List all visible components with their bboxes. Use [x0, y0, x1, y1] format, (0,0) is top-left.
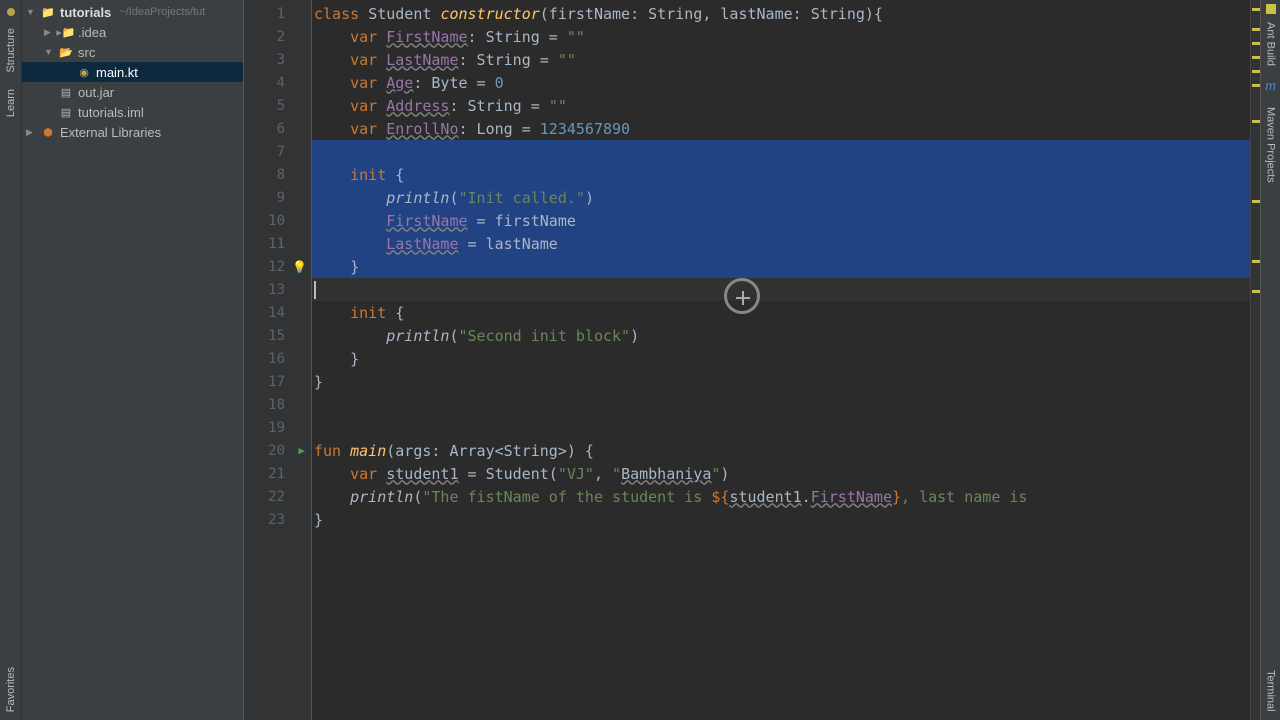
- error-stripe-marker[interactable]: [1252, 120, 1260, 123]
- library-icon: ⬢: [40, 124, 56, 140]
- line-number[interactable]: 16: [244, 347, 311, 370]
- project-tree[interactable]: ▼ 📁 tutorials ~/IdeaProjects/tut ▶▸📁.ide…: [22, 0, 244, 720]
- code-line[interactable]: var student1 = Student("VJ", "Bambhaniya…: [312, 462, 1250, 485]
- tree-item[interactable]: ▤ tutorials.iml: [22, 102, 243, 122]
- tree-item[interactable]: ▼📂src: [22, 42, 243, 62]
- error-stripe-marker[interactable]: [1252, 28, 1260, 31]
- maven-icon: m: [1265, 74, 1276, 99]
- tree-item-label: out.jar: [78, 85, 114, 100]
- line-number[interactable]: 20▶: [244, 439, 311, 462]
- line-number[interactable]: 19: [244, 416, 311, 439]
- error-stripe-marker[interactable]: [1252, 8, 1260, 11]
- folder-icon: ▸📁: [58, 24, 74, 40]
- line-number[interactable]: 18: [244, 393, 311, 416]
- code-line[interactable]: }: [312, 508, 1250, 531]
- line-number[interactable]: 17: [244, 370, 311, 393]
- line-number[interactable]: 3: [244, 48, 311, 71]
- right-tab-maven[interactable]: Maven Projects: [1263, 99, 1279, 191]
- line-number[interactable]: 14: [244, 301, 311, 324]
- tree-item[interactable]: ▤ out.jar: [22, 82, 243, 102]
- line-number[interactable]: 15: [244, 324, 311, 347]
- file-icon: ▤: [58, 104, 74, 120]
- right-tool-strip: Ant Build m Maven Projects Terminal: [1260, 0, 1280, 720]
- run-gutter-icon[interactable]: ▶: [298, 444, 305, 457]
- error-stripe-marker[interactable]: [1252, 42, 1260, 45]
- code-line[interactable]: println("The fistName of the student is …: [312, 485, 1250, 508]
- left-tab-favorites[interactable]: Favorites: [3, 659, 19, 720]
- line-number[interactable]: 10: [244, 209, 311, 232]
- line-number[interactable]: 11: [244, 232, 311, 255]
- error-stripe-marker[interactable]: [1252, 84, 1260, 87]
- line-number[interactable]: 12💡: [244, 255, 311, 278]
- analysis-status-icon[interactable]: [1266, 4, 1276, 14]
- line-number[interactable]: 23: [244, 508, 311, 531]
- code-line[interactable]: println("Init called."): [312, 186, 1250, 209]
- code-line[interactable]: }: [312, 255, 1250, 278]
- right-tab-terminal[interactable]: Terminal: [1263, 662, 1279, 720]
- error-stripe-marker[interactable]: [1252, 260, 1260, 263]
- code-line[interactable]: }: [312, 370, 1250, 393]
- code-line[interactable]: var Address: String = "": [312, 94, 1250, 117]
- error-stripe[interactable]: [1250, 0, 1260, 720]
- kotlin-file-icon: ◉: [76, 64, 92, 80]
- code-line[interactable]: [312, 278, 1250, 301]
- error-stripe-marker[interactable]: [1252, 70, 1260, 73]
- line-number[interactable]: 13: [244, 278, 311, 301]
- error-stripe-marker[interactable]: [1252, 290, 1260, 293]
- bulb-indicator: [7, 8, 15, 16]
- code-line[interactable]: [312, 140, 1250, 163]
- code-line[interactable]: FirstName = firstName: [312, 209, 1250, 232]
- text-caret: [314, 281, 316, 299]
- line-number[interactable]: 5: [244, 94, 311, 117]
- right-tab-ant[interactable]: Ant Build: [1263, 14, 1279, 74]
- line-number-gutter[interactable]: 123456789101112💡1314151617181920▶212223: [244, 0, 312, 720]
- intention-bulb-icon[interactable]: 💡: [292, 260, 307, 274]
- code-line[interactable]: fun main(args: Array<String>) {: [312, 439, 1250, 462]
- line-number[interactable]: 9: [244, 186, 311, 209]
- code-line[interactable]: var EnrollNo: Long = 1234567890: [312, 117, 1250, 140]
- code-line[interactable]: }: [312, 347, 1250, 370]
- tree-item-label: tutorials.iml: [78, 105, 144, 120]
- left-tool-strip: Structure Learn Favorites: [0, 0, 22, 720]
- code-line[interactable]: class Student constructor(firstName: Str…: [312, 2, 1250, 25]
- code-line[interactable]: init {: [312, 163, 1250, 186]
- line-number[interactable]: 4: [244, 71, 311, 94]
- tree-item[interactable]: ◉ main.kt: [22, 62, 243, 82]
- tree-item[interactable]: ▶▸📁.idea: [22, 22, 243, 42]
- code-line[interactable]: var Age: Byte = 0: [312, 71, 1250, 94]
- code-line[interactable]: LastName = lastName: [312, 232, 1250, 255]
- error-stripe-marker[interactable]: [1252, 56, 1260, 59]
- tree-root[interactable]: ▼ 📁 tutorials ~/IdeaProjects/tut: [22, 2, 243, 22]
- line-number[interactable]: 6: [244, 117, 311, 140]
- code-line[interactable]: init {: [312, 301, 1250, 324]
- tree-external-libs[interactable]: ▶ ⬢ External Libraries: [22, 122, 243, 142]
- line-number[interactable]: 22: [244, 485, 311, 508]
- left-tab-structure[interactable]: Structure: [3, 20, 19, 81]
- code-line[interactable]: [312, 416, 1250, 439]
- code-line[interactable]: println("Second init block"): [312, 324, 1250, 347]
- line-number[interactable]: 21: [244, 462, 311, 485]
- file-icon: ▤: [58, 84, 74, 100]
- error-stripe-marker[interactable]: [1252, 200, 1260, 203]
- left-tab-learn[interactable]: Learn: [3, 81, 19, 125]
- line-number[interactable]: 1: [244, 2, 311, 25]
- code-line[interactable]: var FirstName: String = "": [312, 25, 1250, 48]
- code-line[interactable]: var LastName: String = "": [312, 48, 1250, 71]
- folder-icon: 📁: [40, 4, 56, 20]
- code-line[interactable]: [312, 393, 1250, 416]
- tree-item-label: main.kt: [96, 65, 138, 80]
- line-number[interactable]: 2: [244, 25, 311, 48]
- line-number[interactable]: 7: [244, 140, 311, 163]
- folder-icon: 📂: [58, 44, 74, 60]
- tree-item-label: src: [78, 45, 95, 60]
- editor[interactable]: 123456789101112💡1314151617181920▶212223 …: [244, 0, 1260, 720]
- code-area[interactable]: class Student constructor(firstName: Str…: [312, 0, 1250, 720]
- tree-item-label: .idea: [78, 25, 106, 40]
- line-number[interactable]: 8: [244, 163, 311, 186]
